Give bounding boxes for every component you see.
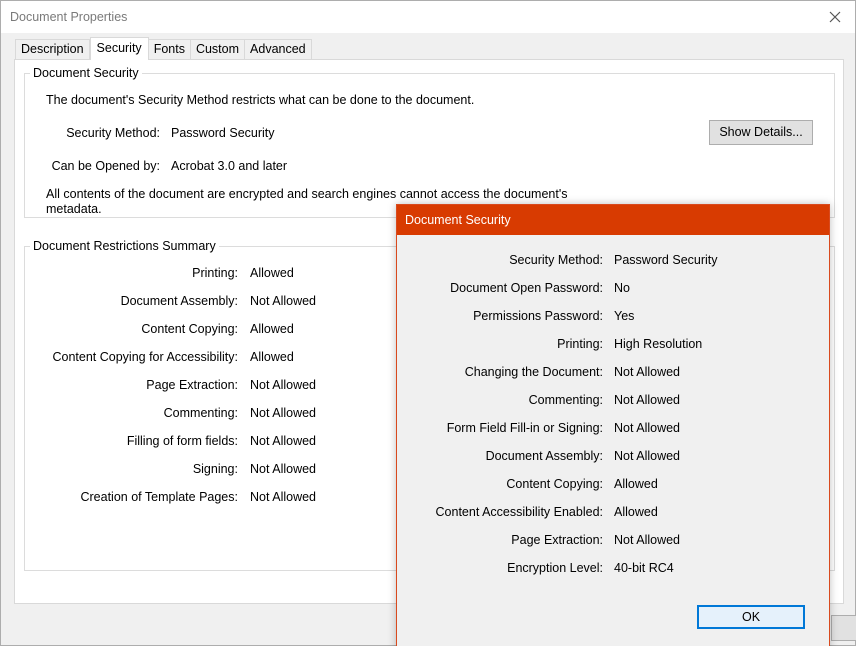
opened-by-label: Can be Opened by: (51, 159, 160, 173)
encryption-note-line2: metadata. (46, 202, 102, 216)
restriction-label: Signing: (192, 462, 238, 476)
dialog-row-value: Yes (614, 309, 635, 323)
tab-security[interactable]: Security (89, 37, 149, 60)
dialog-row-value: Not Allowed (614, 421, 681, 435)
restriction-label: Creation of Template Pages: (80, 490, 238, 504)
restriction-value: Not Allowed (250, 378, 317, 392)
dialog-row-value: Not Allowed (614, 533, 681, 547)
restriction-label: Commenting: (163, 406, 238, 420)
restriction-label: Printing: (192, 266, 238, 280)
dialog-row-label: Document Assembly: (485, 449, 603, 463)
restriction-value: Not Allowed (250, 490, 317, 504)
close-icon (829, 11, 841, 23)
window-title: Document Properties (10, 10, 128, 24)
dialog-row-label: Content Copying: (506, 477, 603, 491)
dialog-row-value: Allowed (614, 477, 658, 491)
restriction-label: Content Copying: (141, 322, 238, 336)
dialog-row-label: Printing: (557, 337, 603, 351)
tab-custom[interactable]: Custom (190, 39, 246, 60)
dialog-row-label: Content Accessibility Enabled: (435, 505, 603, 519)
dialog-row-value: Not Allowed (614, 365, 681, 379)
dialog-row-label: Changing the Document: (464, 365, 603, 379)
restriction-value: Not Allowed (250, 294, 317, 308)
restrictions-group-label: Document Restrictions Summary (30, 239, 219, 253)
restriction-value: Not Allowed (250, 434, 317, 448)
restriction-label: Document Assembly: (120, 294, 238, 308)
restriction-label: Page Extraction: (146, 378, 238, 392)
tab-strip: Description Security Fonts Custom Advanc… (15, 37, 312, 60)
opened-by-value: Acrobat 3.0 and later (171, 159, 288, 173)
show-details-button[interactable]: Show Details... (709, 120, 813, 145)
restriction-value: Allowed (250, 266, 294, 280)
dialog-row-value: Password Security (614, 253, 718, 267)
dialog-row-value: No (614, 281, 630, 295)
dialog-title-bar: Document Security (397, 205, 829, 235)
restriction-label: Content Copying for Accessibility: (52, 350, 238, 364)
document-security-group-label: Document Security (30, 66, 142, 80)
dialog-row-label: Security Method: (509, 253, 603, 267)
document-security-dialog: Document Security Security Method: Passw… (396, 204, 830, 646)
encryption-note-line1: All contents of the document are encrypt… (46, 187, 568, 201)
partially-hidden-button[interactable] (831, 615, 856, 641)
tab-description[interactable]: Description (15, 39, 90, 60)
security-intro-text: The document's Security Method restricts… (46, 93, 475, 107)
tab-advanced[interactable]: Advanced (245, 39, 312, 60)
security-method-value: Password Security (171, 126, 275, 140)
restriction-label: Filling of form fields: (126, 434, 238, 448)
dialog-row-label: Page Extraction: (511, 533, 603, 547)
dialog-title: Document Security (405, 213, 511, 227)
dialog-row-label: Form Field Fill-in or Signing: (446, 421, 603, 435)
document-security-group: Document Security The document's Securit… (24, 66, 835, 218)
close-button[interactable] (815, 1, 855, 33)
security-method-label: Security Method: (66, 126, 160, 140)
dialog-row-value: Not Allowed (614, 393, 681, 407)
dialog-row-value: High Resolution (614, 337, 703, 351)
tab-fonts[interactable]: Fonts (148, 39, 191, 60)
restriction-value: Not Allowed (250, 406, 317, 420)
dialog-row-label: Encryption Level: (507, 561, 603, 575)
title-bar: Document Properties (1, 1, 855, 33)
dialog-row-label: Permissions Password: (473, 309, 603, 323)
dialog-row-value: Not Allowed (614, 449, 681, 463)
restriction-value: Not Allowed (250, 462, 317, 476)
dialog-row-value: Allowed (614, 505, 658, 519)
dialog-row-label: Commenting: (528, 393, 603, 407)
dialog-row-label: Document Open Password: (450, 281, 603, 295)
restriction-value: Allowed (250, 322, 294, 336)
ok-button[interactable]: OK (697, 605, 805, 629)
restriction-value: Allowed (250, 350, 294, 364)
dialog-row-value: 40-bit RC4 (614, 561, 674, 575)
